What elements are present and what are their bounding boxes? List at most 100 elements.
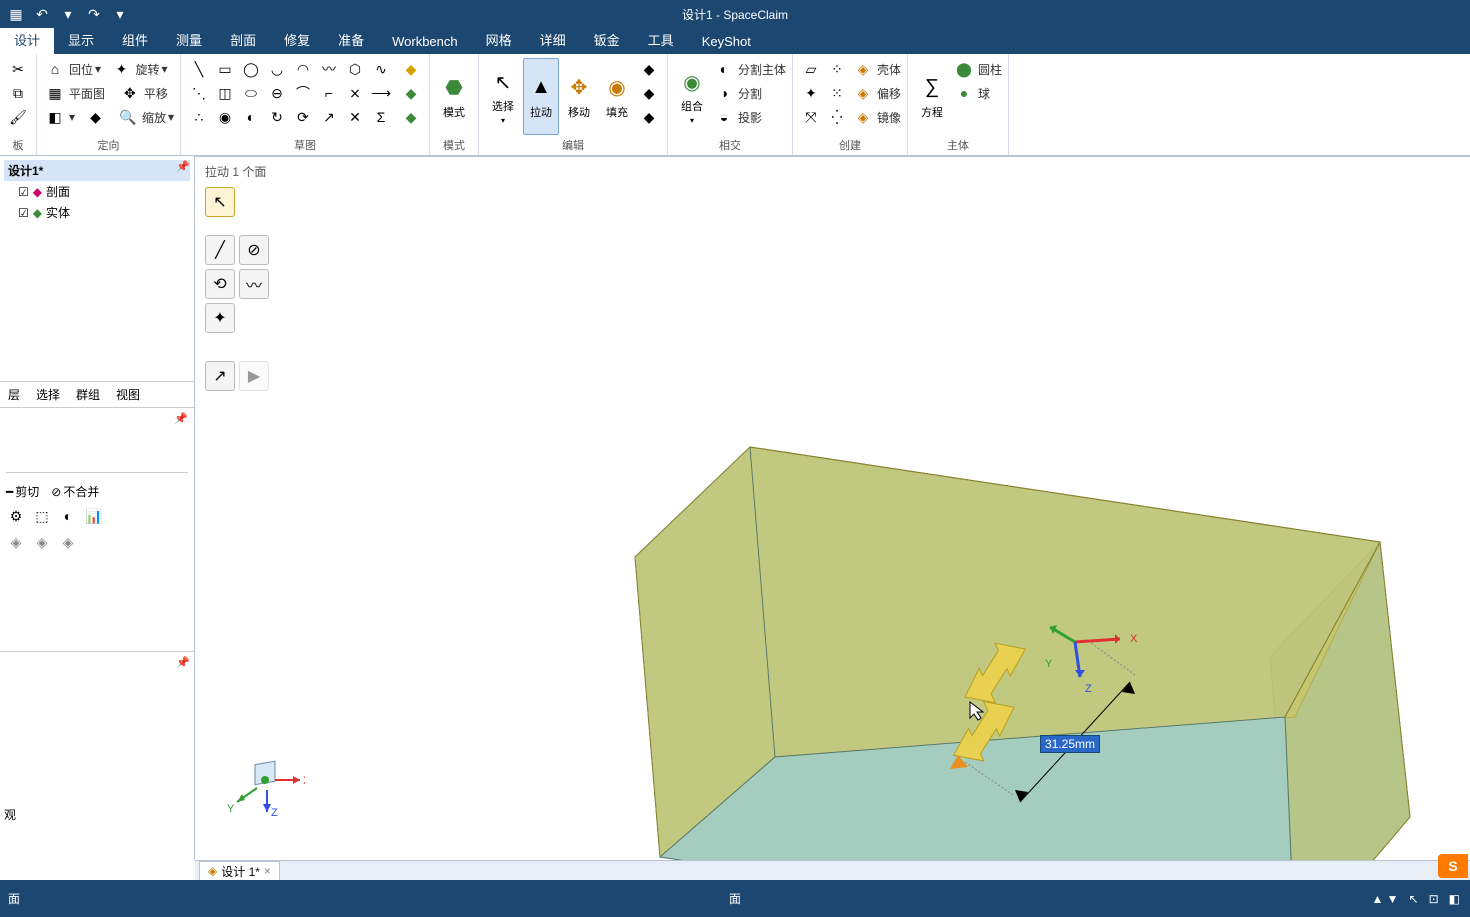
snap-icon[interactable]: ⊡ bbox=[1429, 892, 1439, 906]
home-label[interactable]: 回位 bbox=[69, 61, 93, 78]
shell-icon[interactable]: ◈ bbox=[851, 58, 875, 80]
undo-dropdown[interactable]: ▾ bbox=[58, 4, 78, 24]
zoom-icon[interactable]: 🔍 bbox=[116, 106, 140, 128]
view-triad[interactable]: X Y Z bbox=[225, 750, 305, 820]
tab-design[interactable]: 设计 bbox=[0, 25, 54, 54]
viewport[interactable]: 拉动 1 个面 ↖ ╱⊘ ⟲〰 ✦ ↗▶ X Y Z bbox=[195, 156, 1470, 860]
opt4-icon[interactable]: 📊 bbox=[84, 506, 104, 526]
dots-icon[interactable]: ∴ bbox=[187, 106, 211, 128]
ime-indicator[interactable]: S bbox=[1438, 854, 1468, 878]
sphere-icon[interactable]: ● bbox=[952, 82, 976, 104]
select-button[interactable]: ↖选择▾ bbox=[485, 58, 521, 135]
tangent-icon[interactable]: ⊖ bbox=[265, 82, 289, 104]
splitbody-icon[interactable]: ◐ bbox=[712, 58, 736, 80]
view-icon[interactable]: ◧ bbox=[1449, 892, 1460, 906]
close-tab-button[interactable]: × bbox=[264, 864, 271, 878]
pan-icon[interactable]: ✥ bbox=[118, 82, 142, 104]
cube-icon[interactable]: ◧ bbox=[43, 106, 67, 128]
nomerge-label[interactable]: 不合并 bbox=[63, 483, 99, 500]
opt3-icon[interactable]: ◐ bbox=[58, 506, 78, 526]
pin-icon[interactable]: 📌 bbox=[174, 412, 188, 425]
opt7-icon[interactable]: ◈ bbox=[58, 532, 78, 552]
sketch-tool3-icon[interactable]: ◆ bbox=[399, 106, 423, 128]
planview-label[interactable]: 平面图 bbox=[69, 85, 105, 102]
tree-item-section[interactable]: ☑◆剖面 bbox=[4, 181, 190, 202]
tab-repair[interactable]: 修复 bbox=[270, 25, 324, 54]
tab-tools[interactable]: 工具 bbox=[634, 25, 688, 54]
tab-detail[interactable]: 详细 bbox=[526, 25, 580, 54]
opt6-icon[interactable]: ◈ bbox=[32, 532, 52, 552]
arc-icon[interactable]: ◡ bbox=[265, 58, 289, 80]
zoom-label[interactable]: 缩放 bbox=[142, 109, 166, 126]
dimension-value[interactable]: 31.25mm bbox=[1040, 735, 1100, 753]
split-label[interactable]: 分割 bbox=[738, 85, 762, 102]
split-icon[interactable]: ◑ bbox=[712, 82, 736, 104]
equation-button[interactable]: ∑方程 bbox=[914, 58, 950, 135]
arc3-icon[interactable]: ⌒ bbox=[291, 82, 315, 104]
tab-keyshot[interactable]: KeyShot bbox=[688, 29, 765, 54]
tab-sheetmetal[interactable]: 钣金 bbox=[580, 25, 634, 54]
sketch-tool1-icon[interactable]: ◆ bbox=[399, 58, 423, 80]
dd-icon[interactable]: ▾ bbox=[95, 62, 101, 76]
line-icon[interactable]: ╲ bbox=[187, 58, 211, 80]
sigma-icon[interactable]: Σ bbox=[369, 106, 393, 128]
poly-icon[interactable]: ⬡ bbox=[343, 58, 367, 80]
mirror-label[interactable]: 镜像 bbox=[877, 109, 901, 126]
tool5-icon[interactable]: ✕ bbox=[343, 106, 367, 128]
offset-icon[interactable]: ◈ bbox=[851, 82, 875, 104]
combine-button[interactable]: ◉组合▾ bbox=[674, 58, 710, 135]
tab-mesh[interactable]: 网格 bbox=[472, 25, 526, 54]
splitbody-label[interactable]: 分割主体 bbox=[738, 61, 786, 78]
point-icon[interactable]: ⋱ bbox=[187, 82, 211, 104]
lp-tab-select[interactable]: 选择 bbox=[28, 382, 68, 407]
point-icon[interactable]: ⁘ bbox=[825, 58, 849, 80]
cylinder-label[interactable]: 圆柱 bbox=[978, 61, 1002, 78]
tab-assembly[interactable]: 组件 bbox=[108, 25, 162, 54]
eye-icon[interactable]: ◉ bbox=[213, 106, 237, 128]
move-button[interactable]: ✥移动 bbox=[561, 58, 597, 135]
redo-button[interactable]: ↷ bbox=[84, 4, 104, 24]
grid2-icon[interactable]: ⁛ bbox=[825, 106, 849, 128]
checkbox-icon[interactable]: ☑ bbox=[18, 206, 29, 220]
rect2-icon[interactable]: ◫ bbox=[213, 82, 237, 104]
checkbox-icon[interactable]: ☑ bbox=[18, 185, 29, 199]
undo-button[interactable]: ↶ bbox=[32, 4, 52, 24]
spin-label[interactable]: 旋转 bbox=[136, 61, 160, 78]
tool-icon[interactable]: ◆ bbox=[83, 106, 107, 128]
curve-icon[interactable]: ∿ bbox=[369, 58, 393, 80]
project-label[interactable]: 投影 bbox=[738, 109, 762, 126]
nomerge-icon[interactable]: ⊘ bbox=[51, 485, 61, 499]
trim-icon[interactable]: ⨯ bbox=[343, 82, 367, 104]
dd-icon[interactable]: ▾ bbox=[168, 110, 174, 124]
lp-tab-group[interactable]: 群组 bbox=[68, 382, 108, 407]
cursor-mode-icon[interactable]: ↖ bbox=[1409, 892, 1419, 906]
circle-icon[interactable]: ◯ bbox=[239, 58, 263, 80]
tab-measure[interactable]: 测量 bbox=[162, 25, 216, 54]
tab-prepare[interactable]: 准备 bbox=[324, 25, 378, 54]
tab-display[interactable]: 显示 bbox=[54, 25, 108, 54]
edit-tool3-icon[interactable]: ◆ bbox=[637, 106, 661, 128]
tree-item-solid[interactable]: ☑◆实体 bbox=[4, 202, 190, 223]
tool2-icon[interactable]: ◐ bbox=[239, 106, 263, 128]
sketch-tool2-icon[interactable]: ◆ bbox=[399, 82, 423, 104]
project-icon[interactable]: ◒ bbox=[712, 106, 736, 128]
dd-icon[interactable]: ▾ bbox=[69, 110, 75, 124]
tab-workbench[interactable]: Workbench bbox=[378, 29, 472, 54]
tree-root[interactable]: 设计1* bbox=[4, 160, 190, 181]
lp-tab-layer[interactable]: 层 bbox=[0, 382, 28, 407]
brush-icon[interactable]: 🖌 bbox=[6, 106, 30, 128]
cut-label[interactable]: 剪切 bbox=[15, 483, 39, 500]
copy-icon[interactable]: ⧉ bbox=[6, 82, 30, 104]
grid-icon[interactable]: ⁙ bbox=[825, 82, 849, 104]
opt5-icon[interactable]: ◈ bbox=[6, 532, 26, 552]
rect-icon[interactable]: ▭ bbox=[213, 58, 237, 80]
opt1-icon[interactable]: ⚙ bbox=[6, 506, 26, 526]
planview-icon[interactable]: ▦ bbox=[43, 82, 67, 104]
redo-dropdown[interactable]: ▾ bbox=[110, 4, 130, 24]
mirror-icon[interactable]: ◈ bbox=[851, 106, 875, 128]
sphere-label[interactable]: 球 bbox=[978, 85, 990, 102]
home-icon[interactable]: ⌂ bbox=[43, 58, 67, 80]
arc2-icon[interactable]: ◠ bbox=[291, 58, 315, 80]
tab-section[interactable]: 剖面 bbox=[216, 25, 270, 54]
fill-button[interactable]: ◉填充 bbox=[599, 58, 635, 135]
